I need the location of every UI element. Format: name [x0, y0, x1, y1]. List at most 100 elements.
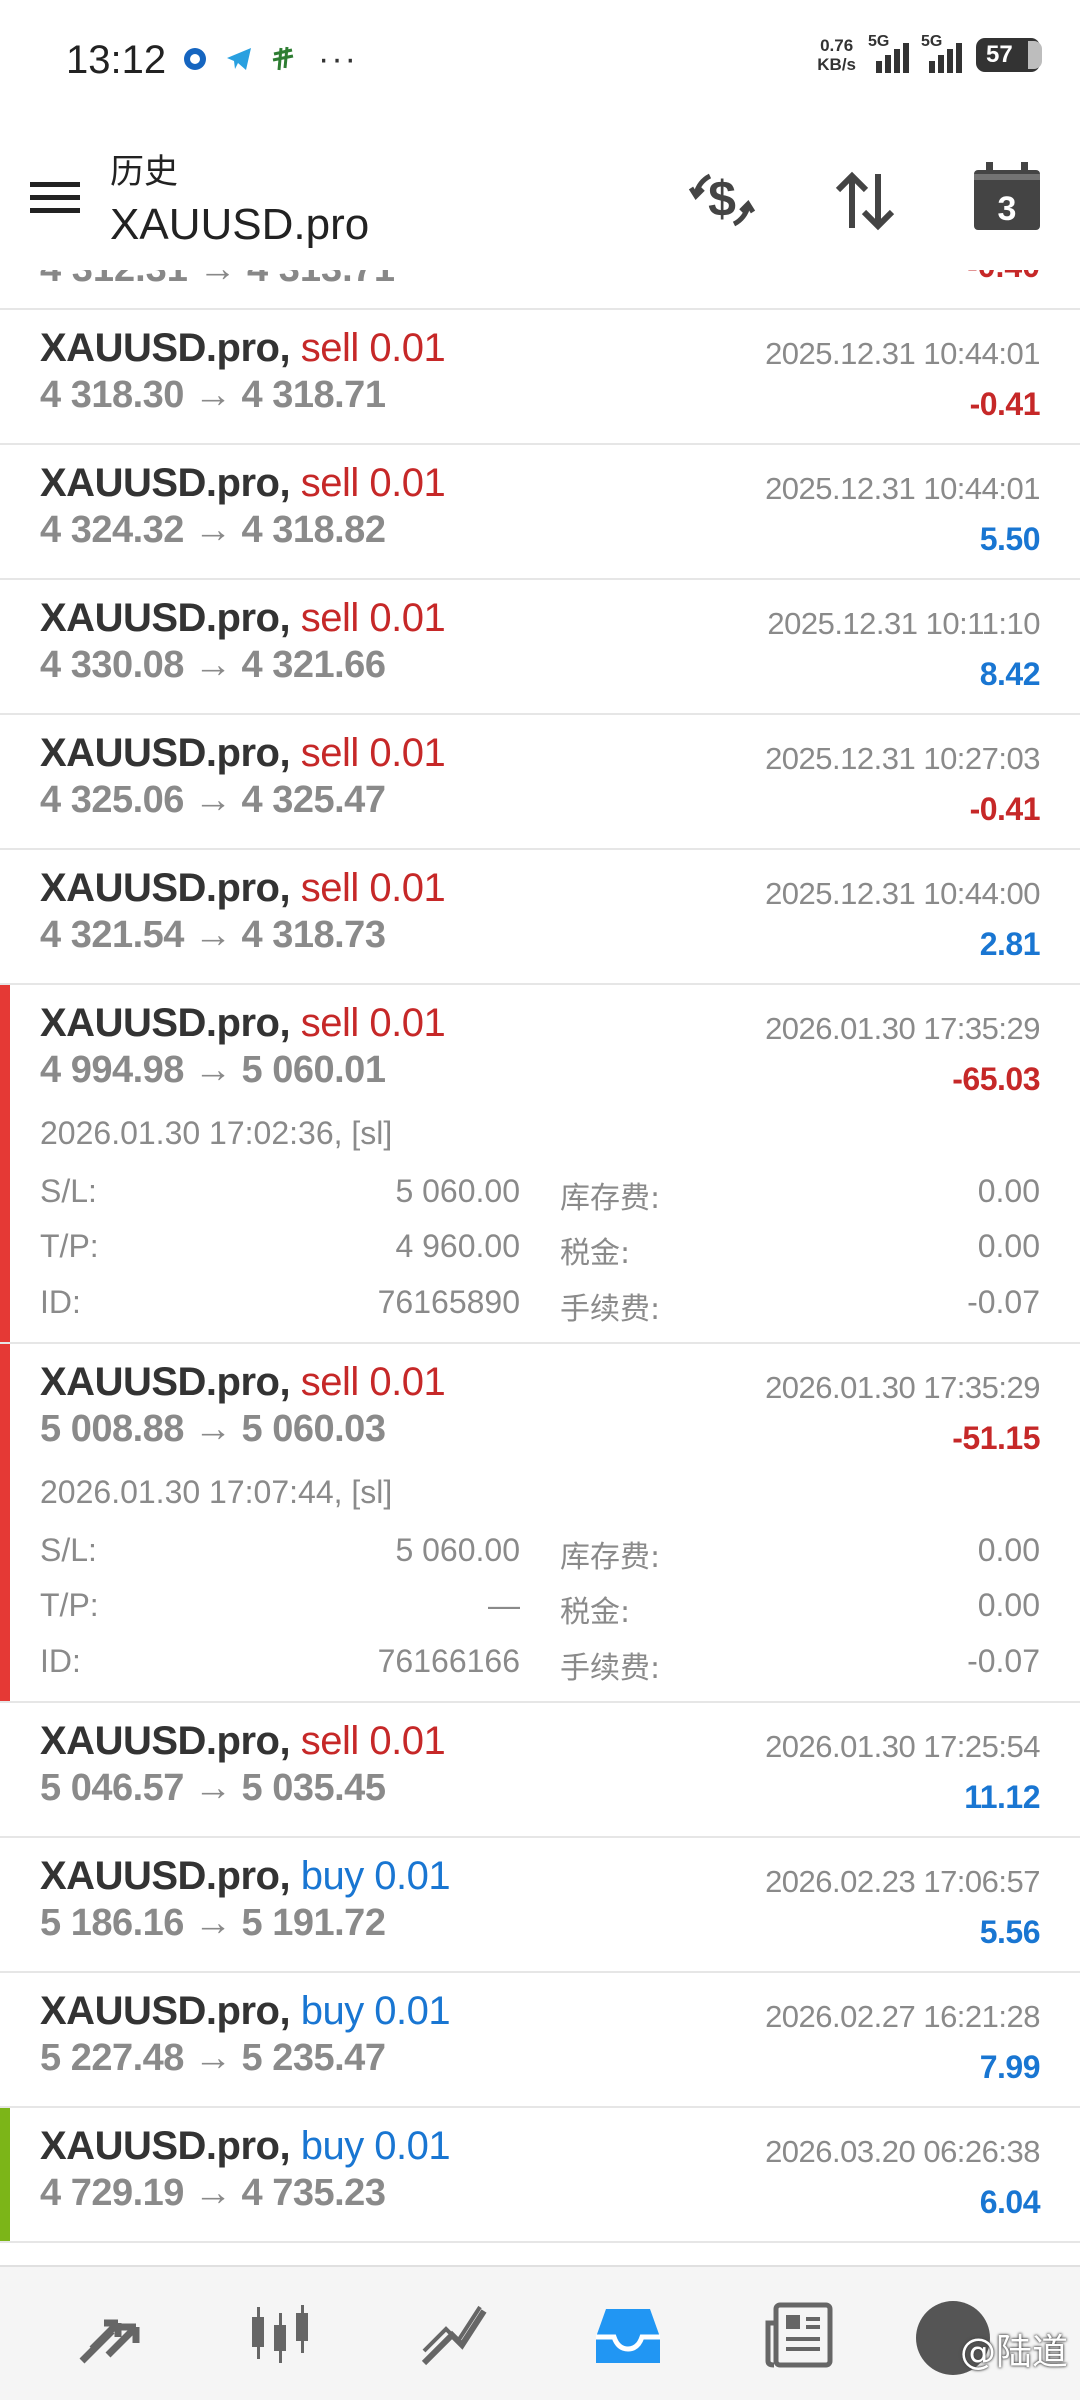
tp-value: 4 960.00: [395, 1228, 520, 1264]
trade-symbol: XAUUSD.pro, buy 0.01: [40, 1989, 451, 2034]
app-bar: 历史 XAUUSD.pro $ 3: [0, 120, 1080, 270]
symbol-text: XAUUSD.pro,: [40, 326, 291, 370]
trade-row[interactable]: XAUUSD.pro, sell 0.01 4 318.30 → 4 318.7…: [0, 310, 1080, 445]
page-title[interactable]: XAUUSD.pro: [110, 200, 369, 250]
menu-icon[interactable]: [30, 180, 80, 216]
trade-symbol: XAUUSD.pro, sell 0.01: [40, 596, 446, 641]
trade-row-expanded[interactable]: XAUUSD.pro, sell 0.01 5 008.88 → 5 060.0…: [0, 1344, 1080, 1703]
telegram-icon: [227, 48, 251, 70]
swap-label: 库存费:: [560, 1540, 661, 1575]
chart-icon[interactable]: [240, 2295, 320, 2375]
news-icon[interactable]: [760, 2295, 840, 2375]
trade-row[interactable]: XAUUSD.pro, buy 0.01 5 186.16 → 5 191.72…: [0, 1838, 1080, 1973]
tax-value: 0.00: [977, 1587, 1040, 1623]
swap-label: 库存费:: [560, 1181, 661, 1216]
status-indicators: 0.76 KB/s 5G 5G 57: [817, 33, 1042, 74]
fee-value: -0.07: [967, 1643, 1040, 1679]
calendar-icon[interactable]: 3: [972, 160, 1042, 232]
fee-label: 手续费:: [560, 1292, 661, 1327]
trade-symbol: XAUUSD.pro, sell 0.01: [40, 326, 446, 371]
trade-profit: -0.41: [969, 386, 1041, 422]
quotes-icon[interactable]: [70, 2295, 150, 2375]
symbol-text: XAUUSD.pro,: [40, 1854, 291, 1898]
trade-close-time: 2026.01.30 17:35:29: [765, 1370, 1040, 1405]
symbol-text: XAUUSD.pro,: [40, 866, 291, 910]
trade-row[interactable]: XAUUSD.pro, sell 0.01 5 046.57 → 5 035.4…: [0, 1703, 1080, 1838]
profit-indicator-bar: [0, 2108, 10, 2241]
trade-close-time: 2026.02.27 16:21:28: [765, 1999, 1040, 2034]
trade-direction: sell 0.01: [300, 1001, 446, 1045]
calendar-day: 3: [998, 190, 1017, 228]
trade-row[interactable]: XAUUSD.pro, sell 0.01 4 324.32 → 4 318.8…: [0, 445, 1080, 580]
trade-row[interactable]: XAUUSD.pro, sell 0.01 4 325.06 → 4 325.4…: [0, 715, 1080, 850]
tp-label: T/P:: [40, 1228, 99, 1264]
trade-close-time: 2025.12.31 10:44:01: [765, 336, 1040, 371]
bottom-navigation: @陆道: [0, 2265, 1080, 2400]
status-bar: 13:12 ··· 0.76 KB/s 5G 5G 57: [0, 0, 1080, 120]
trade-direction: sell 0.01: [300, 1719, 446, 1763]
battery-icon: 57: [976, 38, 1042, 72]
trade-row[interactable]: XAUUSD.pro, sell 0.01 4 330.08 → 4 321.6…: [0, 580, 1080, 715]
history-icon[interactable]: [588, 2295, 668, 2375]
trade-row-expanded[interactable]: XAUUSD.pro, sell 0.01 4 994.98 → 5 060.0…: [0, 985, 1080, 1344]
trade-symbol: XAUUSD.pro, sell 0.01: [40, 1360, 446, 1405]
trade-prices: 5 227.48 → 5 235.47: [40, 2037, 386, 2079]
battery-level: 57: [986, 41, 1013, 68]
dollar-exchange-icon[interactable]: $: [686, 164, 758, 236]
trade-history-list[interactable]: 4 312.31 → 4 313.71 -0.40 XAUUSD.pro, se…: [0, 270, 1080, 2265]
trade-open-time: 2026.01.30 17:07:44, [sl]: [40, 1474, 393, 1510]
trade-prices: 4 324.32 → 4 318.82: [40, 509, 386, 551]
trade-prices: 5 186.16 → 5 191.72: [40, 1902, 386, 1944]
watermark: @陆道: [959, 2332, 1068, 2373]
trade-symbol: XAUUSD.pro, sell 0.01: [40, 866, 446, 911]
trade-close-time: 2026.02.23 17:06:57: [765, 1864, 1040, 1899]
trade-prices: 4 729.19 → 4 735.23: [40, 2172, 386, 2214]
trade-prices: 4 318.30 → 4 318.71: [40, 374, 386, 416]
signal-sim1-icon: 5G: [868, 33, 909, 73]
trade-symbol: XAUUSD.pro, buy 0.01: [40, 1854, 451, 1899]
trade-close-time: 2025.12.31 10:27:03: [765, 741, 1040, 776]
status-time: 13:12: [66, 38, 167, 82]
id-value: 76165890: [377, 1284, 520, 1320]
fee-label: 手续费:: [560, 1651, 661, 1686]
trade-prices: 4 312.31 → 4 313.71: [40, 270, 395, 291]
trade-profit: 5.56: [979, 1914, 1041, 1950]
page-subtitle: 历史: [110, 152, 178, 192]
sl-value: 5 060.00: [395, 1532, 520, 1568]
trade-row[interactable]: XAUUSD.pro, buy 0.01 4 729.19 → 4 735.23…: [0, 2108, 1080, 2243]
trade-symbol: XAUUSD.pro, buy 0.01: [40, 2124, 451, 2169]
network-speed-value: 0.76: [820, 36, 854, 55]
trade-symbol: XAUUSD.pro, sell 0.01: [40, 731, 446, 776]
trade-symbol: XAUUSD.pro, sell 0.01: [40, 1719, 446, 1764]
trade-prices: 5 046.57 → 5 035.45: [40, 1767, 386, 1809]
trade-profit: 7.99: [979, 2049, 1041, 2085]
trade-direction: sell 0.01: [300, 1360, 446, 1404]
status-notification-icons: ···: [180, 42, 358, 76]
tp-value: —: [488, 1587, 520, 1623]
trade-open-time: 2026.01.30 17:02:36, [sl]: [40, 1115, 393, 1151]
sim2-label: 5G: [921, 33, 943, 50]
symbol-text: XAUUSD.pro,: [40, 596, 291, 640]
id-label: ID:: [40, 1284, 81, 1320]
trade-profit: -51.15: [952, 1420, 1040, 1456]
loss-indicator-bar: [0, 985, 10, 1342]
trade-profit: -0.41: [969, 791, 1041, 827]
trade-symbol: XAUUSD.pro, sell 0.01: [40, 1001, 446, 1046]
trade-icon[interactable]: [414, 2295, 494, 2375]
tax-label: 税金:: [560, 1236, 631, 1271]
trade-direction: buy 0.01: [300, 2124, 451, 2168]
id-label: ID:: [40, 1643, 81, 1679]
swap-value: 0.00: [977, 1173, 1040, 1209]
symbol-text: XAUUSD.pro,: [40, 731, 291, 775]
trade-close-time: 2026.01.30 17:25:54: [765, 1729, 1040, 1764]
trade-row[interactable]: XAUUSD.pro, buy 0.01 5 227.48 → 5 235.47…: [0, 1973, 1080, 2108]
sort-icon[interactable]: [830, 166, 900, 236]
symbol-text: XAUUSD.pro,: [40, 1989, 291, 2033]
trade-profit: -65.03: [952, 1061, 1040, 1097]
symbol-text: XAUUSD.pro,: [40, 1719, 291, 1763]
sl-label: S/L:: [40, 1532, 97, 1568]
trade-row[interactable]: XAUUSD.pro, sell 0.01 4 321.54 → 4 318.7…: [0, 850, 1080, 985]
sl-label: S/L:: [40, 1173, 97, 1209]
trade-direction: sell 0.01: [300, 596, 446, 640]
trade-row-partial[interactable]: 4 312.31 → 4 313.71 -0.40: [0, 270, 1080, 310]
